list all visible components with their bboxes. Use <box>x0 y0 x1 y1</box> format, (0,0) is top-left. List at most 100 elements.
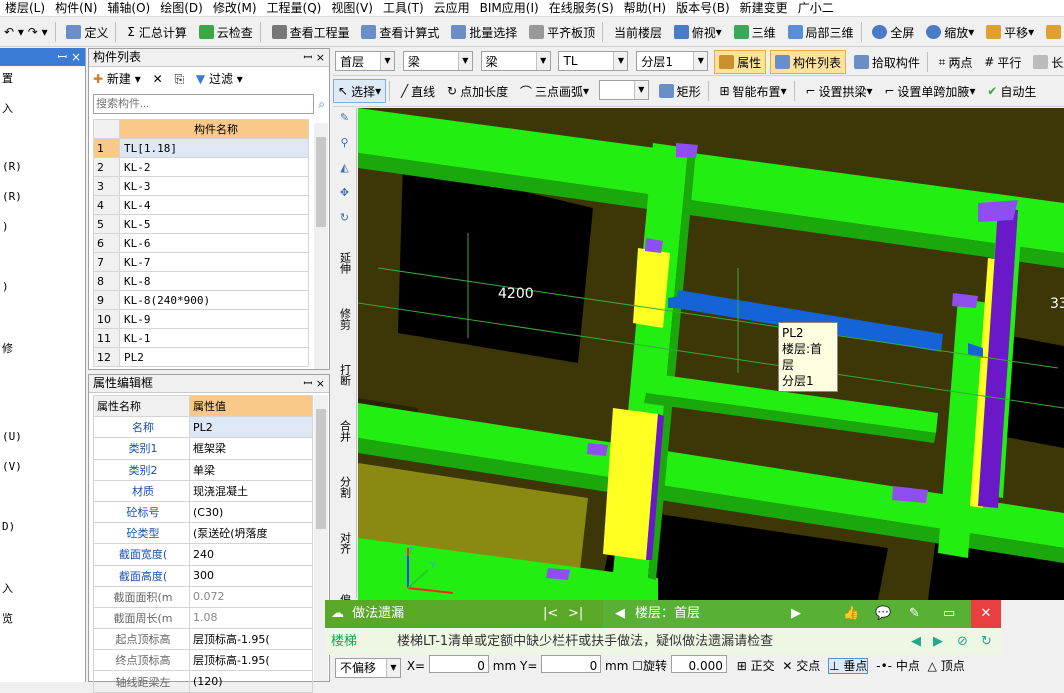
menu-item[interactable]: 广小二 <box>793 0 839 16</box>
menu-item[interactable]: 新建变更 <box>735 0 793 16</box>
property-value[interactable]: (泵送砼(坍落度 <box>188 522 314 545</box>
left-item[interactable] <box>0 130 85 160</box>
new-button[interactable]: ✚ 新建 ▾ <box>93 72 141 86</box>
component-name[interactable]: PL2 <box>119 347 309 367</box>
menu-item[interactable]: 云应用 <box>429 0 475 16</box>
property-row[interactable]: 砼类型 (泵送砼(坍落度 <box>93 522 314 545</box>
property-row[interactable]: 类别1 框架梁 <box>93 437 314 460</box>
refresh-icon[interactable]: ↻ <box>981 628 992 655</box>
y-input[interactable]: 0 <box>541 655 602 673</box>
menu-item[interactable]: 修改(M) <box>208 0 262 16</box>
tool-icon[interactable]: ✥ <box>333 186 356 208</box>
rotate-button[interactable]: 屏 <box>1042 20 1064 44</box>
search-input[interactable] <box>93 94 315 114</box>
arc-select[interactable]: ▼ <box>598 80 649 100</box>
search-icon[interactable]: ⌕ <box>318 97 325 112</box>
component-name[interactable]: KL-8(240*900) <box>119 290 309 310</box>
prev-icon[interactable]: ◀ <box>911 628 921 655</box>
tool-icon[interactable]: ✎ <box>333 111 356 133</box>
filter-button[interactable]: ▼ 过滤 ▾ <box>196 72 243 86</box>
align-slab-button[interactable]: 平齐板顶 <box>525 20 599 44</box>
table-row[interactable]: 7 KL-7 <box>93 252 309 272</box>
table-row[interactable]: 5 KL-5 <box>93 214 309 234</box>
partial3d-button[interactable]: 局部三维 <box>784 20 858 44</box>
menu-item[interactable]: 工具(T) <box>378 0 429 16</box>
component-name[interactable]: KL-9 <box>119 309 309 329</box>
rotate-checkbox[interactable]: ☐ <box>632 659 643 673</box>
layer-select[interactable]: 分层1 ▼ <box>636 51 709 71</box>
comment-icon[interactable]: 💬 <box>875 600 891 628</box>
pick-button[interactable]: 拾取构件 <box>850 50 924 74</box>
auto-button[interactable]: ✔ 自动生 <box>983 79 1040 103</box>
component-name[interactable]: KL-8 <box>119 271 309 291</box>
table-row[interactable]: 8 KL-8 <box>93 271 309 291</box>
summary-button[interactable]: Σ 汇总计算 <box>123 20 191 44</box>
left-item[interactable] <box>0 550 85 580</box>
property-value[interactable]: 层顶标高-1.95( <box>188 649 314 672</box>
first-icon[interactable]: |< <box>543 600 558 628</box>
left-item[interactable] <box>0 310 85 340</box>
left-item[interactable]: 入 <box>0 580 85 610</box>
mid-button[interactable]: -•- 中点 <box>876 659 920 673</box>
notice-row[interactable]: 楼梯 楼梯LT-1清单或定额中缺少栏杆或扶手做法，疑似做法遗漏请检查 ◀ ▶ ⊘… <box>325 628 1001 655</box>
vtool-button[interactable]: 打断 <box>337 349 353 401</box>
undo-button[interactable]: ↶ ▾ ↷ ▾ <box>0 20 52 44</box>
angle-input[interactable]: 0.000 <box>670 655 727 673</box>
vtool-button[interactable]: 对齐 <box>337 517 353 569</box>
vtool-button[interactable]: 合并 <box>337 405 353 457</box>
delete-icon[interactable]: ✕ <box>153 72 163 86</box>
table-row[interactable]: 9 KL-8(240*900) <box>93 290 309 310</box>
left-item[interactable]: ) <box>0 280 85 310</box>
ignore-icon[interactable]: ⊘ <box>957 628 968 655</box>
table-row[interactable]: 2 KL-2 <box>93 157 309 177</box>
left-item[interactable]: D) <box>0 520 85 550</box>
rect-button[interactable]: 矩形 <box>655 79 705 103</box>
left-item[interactable] <box>0 490 85 520</box>
length-button[interactable]: 长度标 <box>1029 50 1064 74</box>
pan-button[interactable]: 平移 ▾ <box>982 20 1038 44</box>
menu-item[interactable]: 辅轴(O) <box>102 0 155 16</box>
close-icon[interactable]: ✕ <box>971 600 1001 628</box>
view-formula-button[interactable]: 查看计算式 <box>357 20 443 44</box>
table-row[interactable]: 10 KL-9 <box>93 309 309 329</box>
property-value[interactable]: PL2 <box>188 416 314 439</box>
left-item[interactable]: ) <box>0 220 85 250</box>
table-row[interactable]: 11 KL-1 <box>93 328 309 348</box>
menu-item[interactable]: 视图(V) <box>326 0 378 16</box>
menu-item[interactable]: 帮助(H) <box>619 0 671 16</box>
arc-button[interactable]: ⌒ 三点画弧 ▾ <box>516 79 593 103</box>
property-row[interactable]: 起点顶标高 层顶标高-1.95( <box>93 628 314 651</box>
vtool-button[interactable]: 分割 <box>337 461 353 513</box>
next-icon[interactable]: ▶ <box>933 628 943 655</box>
menu-item[interactable]: 楼层(L) <box>0 0 50 16</box>
3d-button[interactable]: 三维 <box>730 20 780 44</box>
current-floor-button[interactable]: 当前楼层 <box>610 20 666 44</box>
addlen-button[interactable]: ↻ 点加长度 <box>443 79 512 103</box>
pin-icon[interactable]: ꟷ × <box>57 48 81 66</box>
menu-item[interactable]: 在线服务(S) <box>544 0 619 16</box>
property-value[interactable]: (C30) <box>188 500 314 524</box>
component-name[interactable]: KL-1 <box>119 328 309 348</box>
table-row[interactable]: 1 TL[1.18] <box>93 138 309 158</box>
left-item[interactable]: (V) <box>0 460 85 490</box>
property-value[interactable]: 层顶标高-1.95( <box>188 628 314 651</box>
property-value[interactable]: 300 <box>188 564 314 587</box>
ortho-button[interactable]: ⊞ 正交 <box>737 659 775 673</box>
left-item[interactable]: 览 <box>0 610 85 640</box>
tool-icon[interactable]: ↻ <box>333 211 356 233</box>
cloud-check-button[interactable]: 云检查 <box>195 20 257 44</box>
component-name[interactable]: KL-7 <box>119 252 309 272</box>
line-button[interactable]: ╱ 直线 <box>397 79 439 103</box>
property-value[interactable]: 框架梁 <box>188 437 314 460</box>
left-item[interactable]: (R) <box>0 160 85 190</box>
left-item[interactable] <box>0 400 85 430</box>
edit-icon[interactable]: ✎ <box>909 600 920 628</box>
tool-icon[interactable]: ◭ <box>333 161 356 183</box>
property-value[interactable]: 1.08 <box>188 606 314 630</box>
copy-icon[interactable]: ⎘ <box>174 72 184 86</box>
property-row[interactable]: 材质 现浇混凝土 <box>93 479 314 502</box>
topview-button[interactable]: 俯视 ▾ <box>670 20 726 44</box>
left-item[interactable]: 修 <box>0 340 85 370</box>
component-name[interactable]: KL-4 <box>119 195 309 215</box>
smart-button[interactable]: ⊞ 智能布置 ▾ <box>715 79 790 103</box>
